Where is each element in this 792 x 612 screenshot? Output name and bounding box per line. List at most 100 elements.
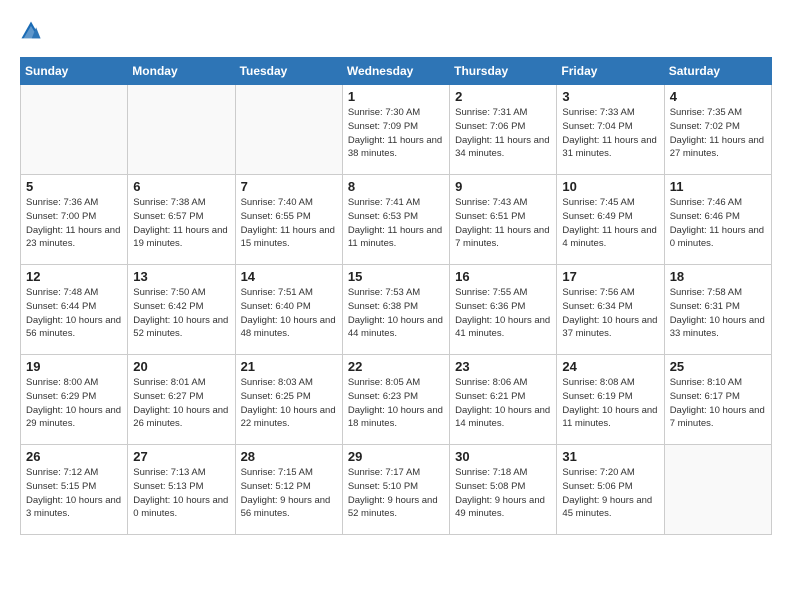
day-number: 22 bbox=[348, 359, 444, 374]
day-info: Sunrise: 7:58 AM Sunset: 6:31 PM Dayligh… bbox=[670, 286, 766, 341]
calendar-cell: 20 Sunrise: 8:01 AM Sunset: 6:27 PM Dayli… bbox=[128, 355, 235, 445]
day-info: Sunrise: 7:31 AM Sunset: 7:06 PM Dayligh… bbox=[455, 106, 551, 161]
day-info: Sunrise: 7:46 AM Sunset: 6:46 PM Dayligh… bbox=[670, 196, 766, 251]
calendar-cell: 15 Sunrise: 7:53 AM Sunset: 6:38 PM Dayli… bbox=[342, 265, 449, 355]
day-info: Sunrise: 7:45 AM Sunset: 6:49 PM Dayligh… bbox=[562, 196, 658, 251]
page-header bbox=[20, 20, 772, 47]
day-number: 15 bbox=[348, 269, 444, 284]
calendar-cell bbox=[128, 85, 235, 175]
day-info: Sunrise: 7:17 AM Sunset: 5:10 PM Dayligh… bbox=[348, 466, 444, 521]
calendar-cell: 23 Sunrise: 8:06 AM Sunset: 6:21 PM Dayli… bbox=[450, 355, 557, 445]
day-number: 7 bbox=[241, 179, 337, 194]
day-number: 19 bbox=[26, 359, 122, 374]
logo-icon bbox=[20, 20, 42, 42]
calendar-cell: 30 Sunrise: 7:18 AM Sunset: 5:08 PM Dayli… bbox=[450, 445, 557, 535]
calendar-cell: 27 Sunrise: 7:13 AM Sunset: 5:13 PM Dayli… bbox=[128, 445, 235, 535]
day-info: Sunrise: 7:48 AM Sunset: 6:44 PM Dayligh… bbox=[26, 286, 122, 341]
day-info: Sunrise: 7:12 AM Sunset: 5:15 PM Dayligh… bbox=[26, 466, 122, 521]
logo bbox=[20, 20, 46, 47]
day-number: 13 bbox=[133, 269, 229, 284]
calendar-cell: 29 Sunrise: 7:17 AM Sunset: 5:10 PM Dayli… bbox=[342, 445, 449, 535]
day-number: 26 bbox=[26, 449, 122, 464]
day-info: Sunrise: 8:10 AM Sunset: 6:17 PM Dayligh… bbox=[670, 376, 766, 431]
calendar-cell: 14Sunrise: 7:51 AM Sunset: 6:40 PM Dayli… bbox=[235, 265, 342, 355]
calendar-cell: 7 Sunrise: 7:40 AM Sunset: 6:55 PM Daylig… bbox=[235, 175, 342, 265]
day-info: Sunrise: 7:13 AM Sunset: 5:13 PM Dayligh… bbox=[133, 466, 229, 521]
day-info: Sunrise: 8:01 AM Sunset: 6:27 PM Dayligh… bbox=[133, 376, 229, 431]
day-of-week-header: Friday bbox=[557, 58, 664, 85]
day-info: Sunrise: 8:08 AM Sunset: 6:19 PM Dayligh… bbox=[562, 376, 658, 431]
day-number: 29 bbox=[348, 449, 444, 464]
calendar-week-row: 12 Sunrise: 7:48 AM Sunset: 6:44 PM Dayli… bbox=[21, 265, 772, 355]
day-number: 10 bbox=[562, 179, 658, 194]
day-number: 16 bbox=[455, 269, 551, 284]
day-number: 31 bbox=[562, 449, 658, 464]
day-of-week-header: Wednesday bbox=[342, 58, 449, 85]
day-info: Sunrise: 7:33 AM Sunset: 7:04 PM Dayligh… bbox=[562, 106, 658, 161]
day-info: Sunrise: 7:41 AM Sunset: 6:53 PM Dayligh… bbox=[348, 196, 444, 251]
day-info: Sunrise: 8:03 AM Sunset: 6:25 PM Dayligh… bbox=[241, 376, 337, 431]
day-of-week-header: Tuesday bbox=[235, 58, 342, 85]
day-number: 30 bbox=[455, 449, 551, 464]
day-number: 4 bbox=[670, 89, 766, 104]
day-number: 12 bbox=[26, 269, 122, 284]
day-info: Sunrise: 8:05 AM Sunset: 6:23 PM Dayligh… bbox=[348, 376, 444, 431]
calendar-cell: 8 Sunrise: 7:41 AM Sunset: 6:53 PM Daylig… bbox=[342, 175, 449, 265]
day-number: 27 bbox=[133, 449, 229, 464]
calendar-cell: 3Sunrise: 7:33 AM Sunset: 7:04 PM Daylig… bbox=[557, 85, 664, 175]
day-info: Sunrise: 7:20 AM Sunset: 5:06 PM Dayligh… bbox=[562, 466, 658, 521]
calendar-cell: 2 Sunrise: 7:31 AM Sunset: 7:06 PM Daylig… bbox=[450, 85, 557, 175]
calendar-cell: 10 Sunrise: 7:45 AM Sunset: 6:49 PM Dayli… bbox=[557, 175, 664, 265]
calendar-cell: 26 Sunrise: 7:12 AM Sunset: 5:15 PM Dayli… bbox=[21, 445, 128, 535]
day-info: Sunrise: 7:43 AM Sunset: 6:51 PM Dayligh… bbox=[455, 196, 551, 251]
day-info: Sunrise: 7:18 AM Sunset: 5:08 PM Dayligh… bbox=[455, 466, 551, 521]
calendar-cell: 13Sunrise: 7:50 AM Sunset: 6:42 PM Dayli… bbox=[128, 265, 235, 355]
day-info: Sunrise: 7:35 AM Sunset: 7:02 PM Dayligh… bbox=[670, 106, 766, 161]
calendar-cell: 25 Sunrise: 8:10 AM Sunset: 6:17 PM Dayli… bbox=[664, 355, 771, 445]
calendar-cell: 19 Sunrise: 8:00 AM Sunset: 6:29 PM Dayli… bbox=[21, 355, 128, 445]
day-of-week-header: Monday bbox=[128, 58, 235, 85]
calendar-cell: 6Sunrise: 7:38 AM Sunset: 6:57 PM Daylig… bbox=[128, 175, 235, 265]
day-number: 11 bbox=[670, 179, 766, 194]
day-number: 5 bbox=[26, 179, 122, 194]
day-info: Sunrise: 7:40 AM Sunset: 6:55 PM Dayligh… bbox=[241, 196, 337, 251]
calendar-cell: 31 Sunrise: 7:20 AM Sunset: 5:06 PM Dayli… bbox=[557, 445, 664, 535]
day-number: 25 bbox=[670, 359, 766, 374]
calendar-cell: 22 Sunrise: 8:05 AM Sunset: 6:23 PM Dayli… bbox=[342, 355, 449, 445]
calendar-table: SundayMondayTuesdayWednesdayThursdayFrid… bbox=[20, 57, 772, 535]
calendar-cell: 12 Sunrise: 7:48 AM Sunset: 6:44 PM Dayli… bbox=[21, 265, 128, 355]
calendar-week-row: 26 Sunrise: 7:12 AM Sunset: 5:15 PM Dayli… bbox=[21, 445, 772, 535]
calendar-cell: 24 Sunrise: 8:08 AM Sunset: 6:19 PM Dayli… bbox=[557, 355, 664, 445]
calendar-week-row: 5Sunrise: 7:36 AM Sunset: 7:00 PM Daylig… bbox=[21, 175, 772, 265]
calendar-cell: 4 Sunrise: 7:35 AM Sunset: 7:02 PM Daylig… bbox=[664, 85, 771, 175]
calendar-cell bbox=[235, 85, 342, 175]
day-info: Sunrise: 7:56 AM Sunset: 6:34 PM Dayligh… bbox=[562, 286, 658, 341]
day-info: Sunrise: 7:55 AM Sunset: 6:36 PM Dayligh… bbox=[455, 286, 551, 341]
day-of-week-header: Sunday bbox=[21, 58, 128, 85]
day-number: 2 bbox=[455, 89, 551, 104]
calendar-cell: 21Sunrise: 8:03 AM Sunset: 6:25 PM Dayli… bbox=[235, 355, 342, 445]
day-of-week-header: Thursday bbox=[450, 58, 557, 85]
day-number: 8 bbox=[348, 179, 444, 194]
day-info: Sunrise: 7:15 AM Sunset: 5:12 PM Dayligh… bbox=[241, 466, 337, 521]
day-number: 6 bbox=[133, 179, 229, 194]
calendar-cell: 28Sunrise: 7:15 AM Sunset: 5:12 PM Dayli… bbox=[235, 445, 342, 535]
calendar-header-row: SundayMondayTuesdayWednesdayThursdayFrid… bbox=[21, 58, 772, 85]
day-info: Sunrise: 7:30 AM Sunset: 7:09 PM Dayligh… bbox=[348, 106, 444, 161]
day-info: Sunrise: 7:53 AM Sunset: 6:38 PM Dayligh… bbox=[348, 286, 444, 341]
day-number: 23 bbox=[455, 359, 551, 374]
day-info: Sunrise: 8:00 AM Sunset: 6:29 PM Dayligh… bbox=[26, 376, 122, 431]
day-number: 24 bbox=[562, 359, 658, 374]
calendar-cell: 18Sunrise: 7:58 AM Sunset: 6:31 PM Dayli… bbox=[664, 265, 771, 355]
calendar-cell: 9 Sunrise: 7:43 AM Sunset: 6:51 PM Daylig… bbox=[450, 175, 557, 265]
day-number: 9 bbox=[455, 179, 551, 194]
day-number: 20 bbox=[133, 359, 229, 374]
day-number: 14 bbox=[241, 269, 337, 284]
calendar-cell bbox=[664, 445, 771, 535]
day-info: Sunrise: 8:06 AM Sunset: 6:21 PM Dayligh… bbox=[455, 376, 551, 431]
calendar-cell: 11 Sunrise: 7:46 AM Sunset: 6:46 PM Dayli… bbox=[664, 175, 771, 265]
calendar-cell: 16 Sunrise: 7:55 AM Sunset: 6:36 PM Dayli… bbox=[450, 265, 557, 355]
calendar-week-row: 1Sunrise: 7:30 AM Sunset: 7:09 PM Daylig… bbox=[21, 85, 772, 175]
calendar-cell: 17Sunrise: 7:56 AM Sunset: 6:34 PM Dayli… bbox=[557, 265, 664, 355]
calendar-cell: 1Sunrise: 7:30 AM Sunset: 7:09 PM Daylig… bbox=[342, 85, 449, 175]
